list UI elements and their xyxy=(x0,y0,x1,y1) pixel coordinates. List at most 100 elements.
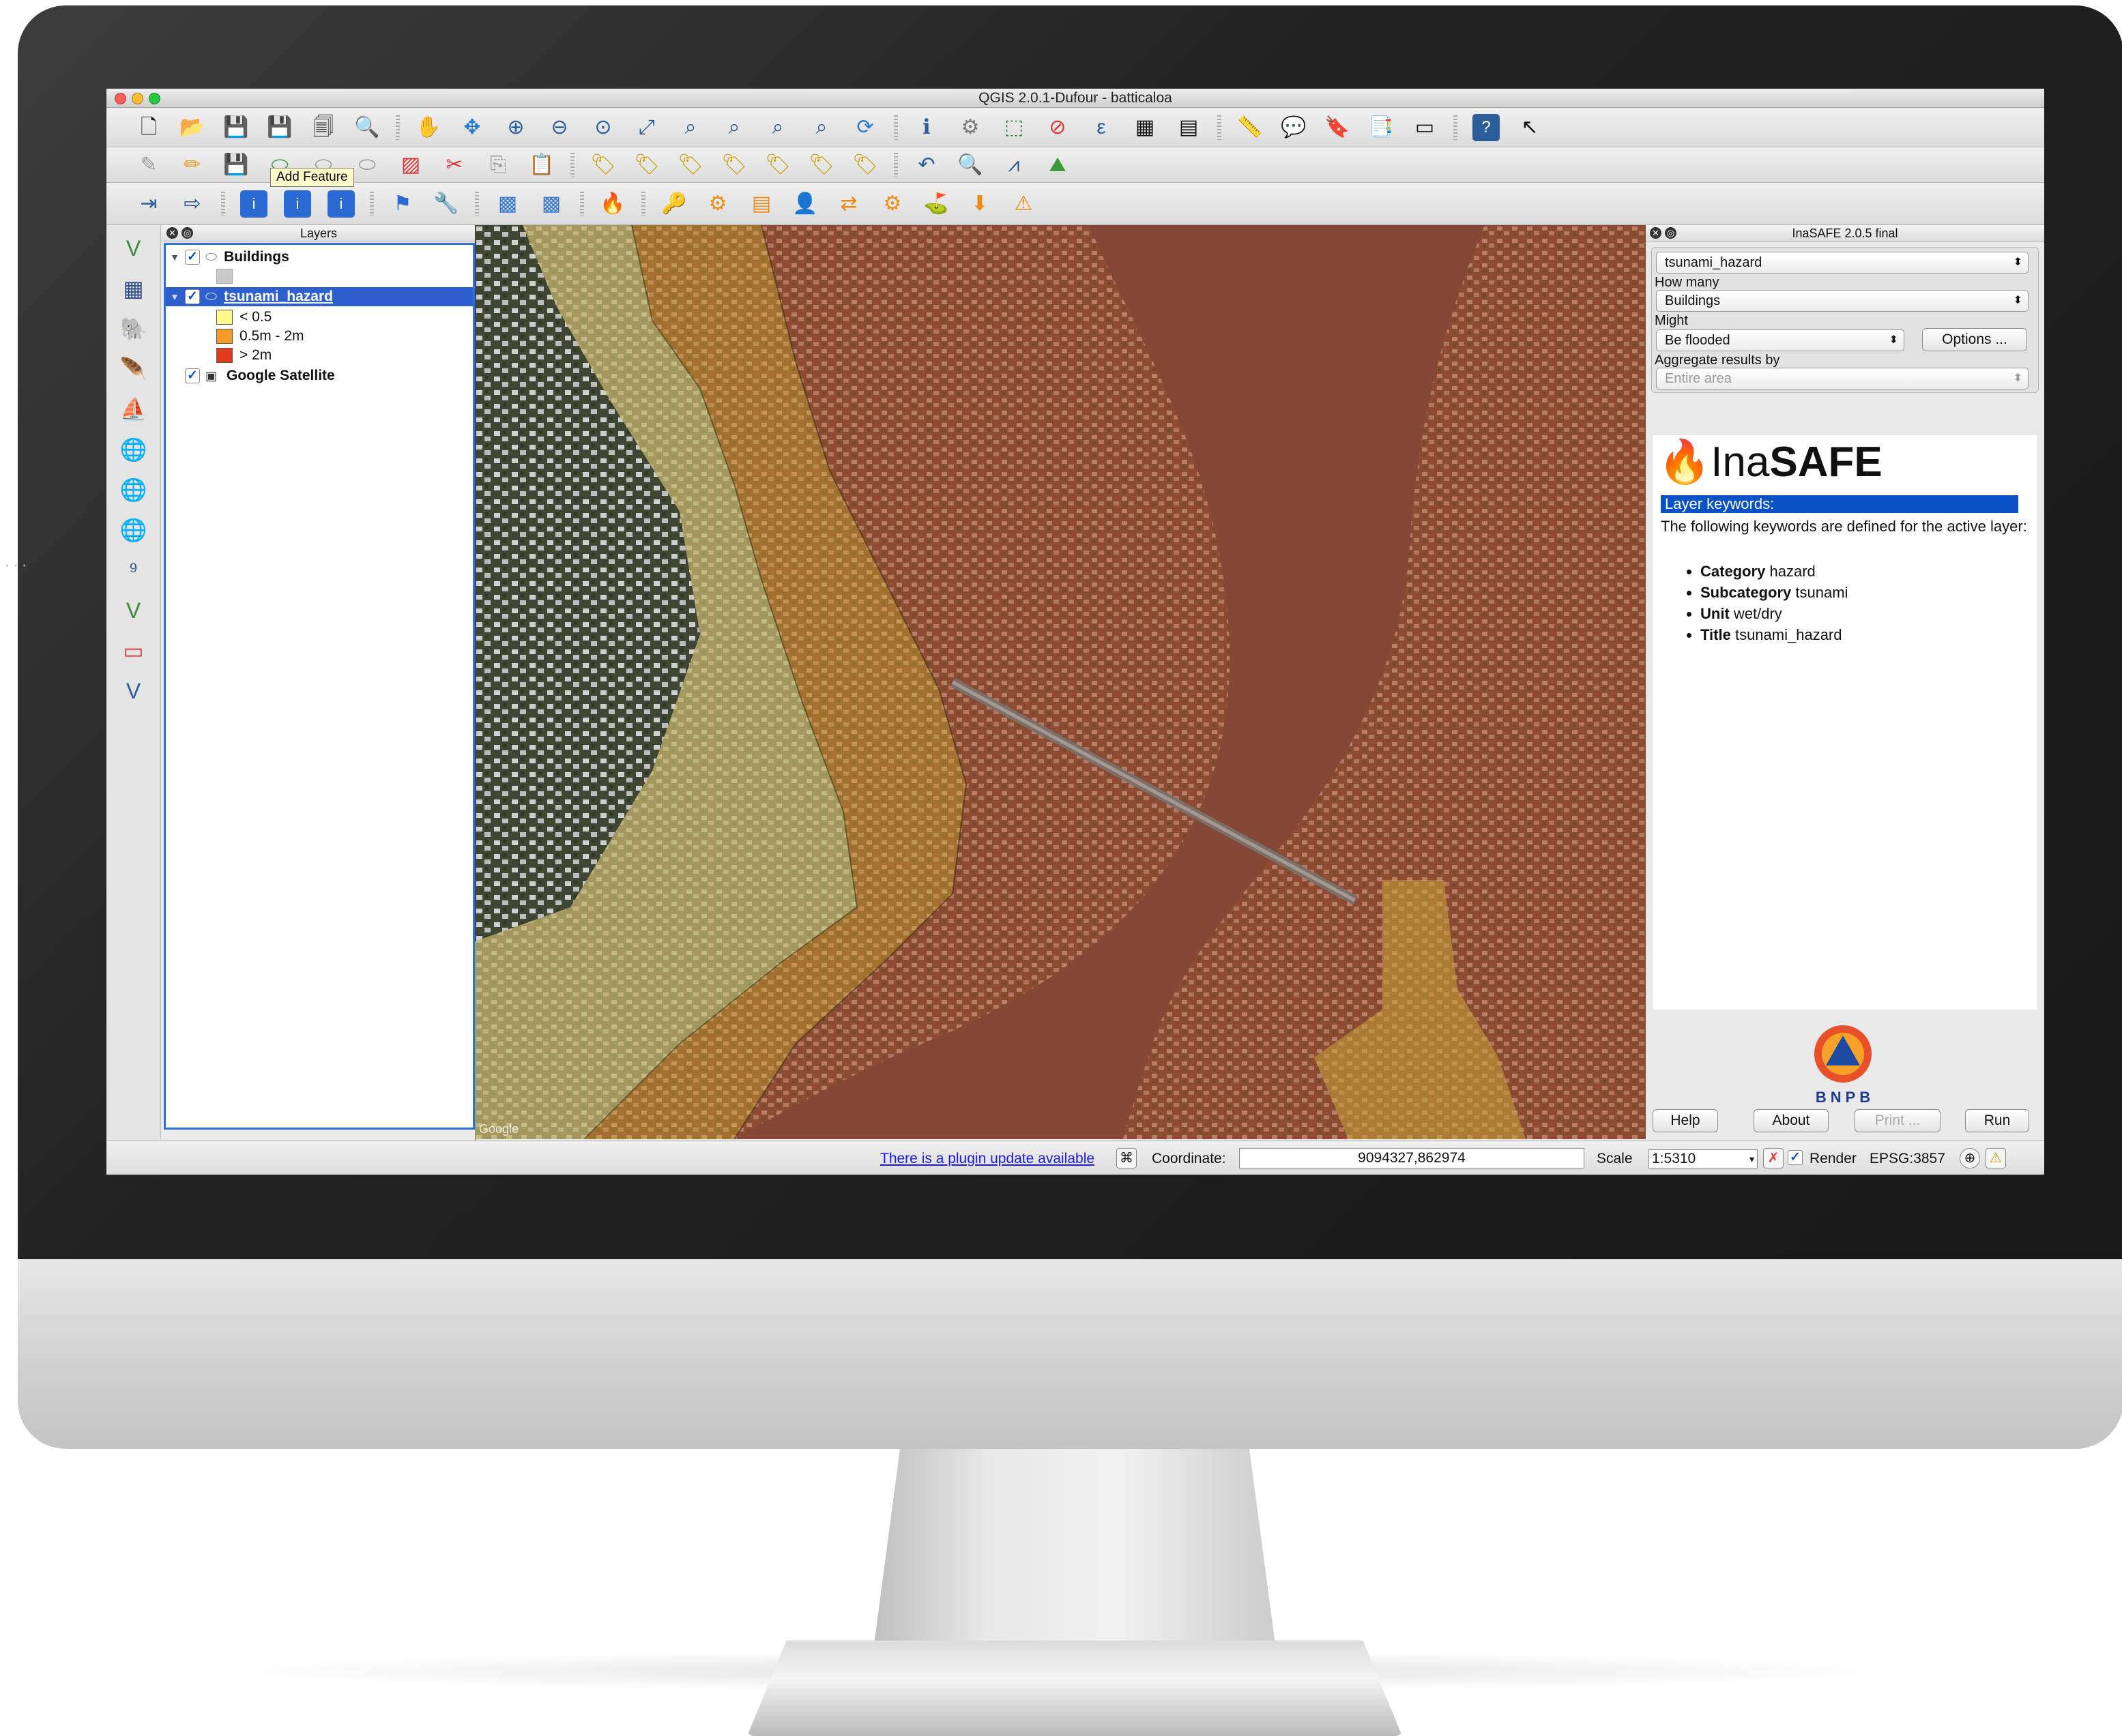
print-button[interactable]: Print ... xyxy=(1855,1109,1941,1132)
messages-warning-icon[interactable]: ⚠ xyxy=(1986,1148,2006,1168)
coordinate-toggle-icon[interactable]: ⌘ xyxy=(1116,1148,1137,1168)
float-panel-icon[interactable]: ◎ xyxy=(1665,227,1676,239)
add-spatialite-layer-icon[interactable]: 🪶 xyxy=(115,353,152,385)
text-annotation-icon[interactable]: ▭ xyxy=(1411,114,1438,141)
layer-item-buildings[interactable]: ▼ ✓ ⬭ Buildings xyxy=(166,248,473,267)
scale-combo[interactable]: 1:5310 ▾ xyxy=(1648,1149,1758,1168)
select-features-icon[interactable]: ⬚ xyxy=(1000,114,1028,141)
zoom-in-icon[interactable]: ⊕ xyxy=(502,114,529,141)
open-project-icon[interactable]: 📂 xyxy=(179,114,206,141)
crs-label[interactable]: EPSG:3857 xyxy=(1870,1151,1945,1167)
aggregation-combo[interactable]: Entire area ⬍ xyxy=(1656,368,2029,389)
inasafe-converter-icon[interactable]: ⇄ xyxy=(835,190,862,218)
add-virtual-layer-icon[interactable]: V xyxy=(115,675,152,707)
processing-icon[interactable]: ⚑ xyxy=(389,190,416,218)
layer-item-google-satellite[interactable]: ✓ ▣ Google Satellite xyxy=(166,366,473,385)
help-contents-icon[interactable]: ? xyxy=(1472,113,1500,141)
whats-this-icon[interactable]: ↖ xyxy=(1516,114,1543,141)
zoom-window-button[interactable] xyxy=(149,93,160,104)
minimize-window-button[interactable] xyxy=(132,93,143,104)
save-project-icon[interactable]: 💾 xyxy=(222,114,250,141)
add-delimited-text-icon[interactable]: ⁹ xyxy=(115,554,152,587)
import-icon[interactable]: ⇥ xyxy=(135,190,162,218)
label-properties-icon[interactable]: 🏷 xyxy=(852,151,879,179)
delete-selected-icon[interactable]: ▨ xyxy=(397,151,424,179)
close-panel-icon[interactable]: ✕ xyxy=(1650,227,1661,239)
save-as-icon[interactable]: 💾 xyxy=(266,114,293,141)
add-wcs-layer-icon[interactable]: 🌐 xyxy=(115,473,152,506)
search-icon[interactable]: 🔍 xyxy=(957,151,984,179)
new-shapefile-icon[interactable]: V xyxy=(115,594,152,627)
georeference-icon[interactable]: ⩘ xyxy=(1000,151,1028,179)
show-bookmarks-icon[interactable]: 📑 xyxy=(1367,114,1395,141)
layer-visibility-checkbox[interactable]: ✓ xyxy=(185,289,200,304)
label-pin-icon[interactable]: 🏷 xyxy=(633,151,660,179)
node-tool-icon[interactable]: ⬭ xyxy=(353,151,381,179)
new-bookmark-icon[interactable]: 🔖 xyxy=(1324,114,1351,141)
hazard-combo[interactable]: tsunami_hazard ⬍ xyxy=(1656,252,2029,274)
zoom-to-layer-icon[interactable]: ⌕ xyxy=(721,114,748,141)
add-mssql-layer-icon[interactable]: ⛵ xyxy=(115,393,152,426)
pan-to-selection-icon[interactable]: ✥ xyxy=(459,114,486,141)
select-by-expression-icon[interactable]: ε xyxy=(1088,114,1115,141)
zoom-out-icon[interactable]: ⊖ xyxy=(546,114,573,141)
layer-visibility-checkbox[interactable]: ✓ xyxy=(185,250,200,265)
metadata-icon[interactable]: i xyxy=(240,190,267,218)
zoom-last-icon[interactable]: ⌕ xyxy=(764,114,791,141)
composer-manager-icon[interactable]: 🔍 xyxy=(353,114,381,141)
inasafe-dock-icon[interactable]: 🔥 xyxy=(599,190,626,218)
add-postgis-layer-icon[interactable]: 🐘 xyxy=(115,312,152,345)
zoom-full-icon[interactable]: ⤢ xyxy=(633,114,660,141)
plugin-update-link[interactable]: There is a plugin update available xyxy=(880,1151,1094,1167)
label-show-hide-icon[interactable]: 🏷 xyxy=(677,151,704,179)
cut-features-icon[interactable]: ✂ xyxy=(441,151,468,179)
inasafe-osm-download-icon[interactable]: ⬇ xyxy=(966,190,993,218)
field-calculator-icon[interactable]: ▤ xyxy=(1175,114,1202,141)
raster-calc-icon[interactable]: ▩ xyxy=(538,190,565,218)
inasafe-keywords-icon[interactable]: 🔑 xyxy=(660,190,688,218)
add-wms-layer-icon[interactable]: 🌐 xyxy=(115,433,152,466)
deselect-icon[interactable]: ⊘ xyxy=(1044,114,1071,141)
stop-render-icon[interactable]: ✗ xyxy=(1763,1148,1784,1168)
raster-icon[interactable]: ▩ xyxy=(494,190,521,218)
info-edit-icon[interactable]: i xyxy=(284,190,311,218)
zoom-next-icon[interactable]: ⌕ xyxy=(808,114,835,141)
terrain-icon[interactable]: ⛰ xyxy=(1044,151,1071,179)
action-icon[interactable]: ⚙ xyxy=(957,114,984,141)
render-checkbox[interactable]: ✓ xyxy=(1788,1150,1803,1165)
inasafe-impact-functions-icon[interactable]: ▤ xyxy=(748,190,775,218)
close-panel-icon[interactable]: ✕ xyxy=(166,227,178,239)
identify-icon[interactable]: ℹ xyxy=(913,114,940,141)
exposure-combo[interactable]: Buildings ⬍ xyxy=(1656,290,2029,312)
collapse-arrow-icon[interactable]: ▼ xyxy=(170,291,179,302)
inasafe-minimum-needs-icon[interactable]: 👤 xyxy=(791,190,819,218)
zoom-actual-icon[interactable]: ⊙ xyxy=(590,114,617,141)
measure-icon[interactable]: 📏 xyxy=(1236,114,1264,141)
about-button[interactable]: About xyxy=(1754,1109,1829,1132)
layer-item-tsunami-hazard[interactable]: ▼ ✓ ⬭ tsunami_hazard xyxy=(166,287,473,306)
zoom-to-selection-icon[interactable]: ⌕ xyxy=(677,114,704,141)
tool-icon[interactable]: 🔧 xyxy=(433,190,460,218)
add-wfs-layer-icon[interactable]: 🌐 xyxy=(115,514,152,546)
run-button[interactable]: Run xyxy=(1965,1109,2029,1132)
new-project-icon[interactable]: 🗋 xyxy=(135,114,162,141)
inasafe-shakemap-icon[interactable]: ⚠ xyxy=(1010,190,1037,218)
label-abc-icon[interactable]: 🏷 xyxy=(590,151,617,179)
add-raster-layer-icon[interactable]: ▦ xyxy=(115,272,152,305)
current-edits-icon[interactable]: ✎ xyxy=(135,151,162,179)
save-edits-icon[interactable]: 💾 xyxy=(222,151,250,179)
layer-visibility-checkbox[interactable]: ✓ xyxy=(185,368,200,383)
refresh-icon[interactable]: ⟳ xyxy=(852,114,879,141)
inasafe-batch-icon[interactable]: ⚙ xyxy=(879,190,906,218)
options-button[interactable]: Options ... xyxy=(1922,328,2027,351)
map-canvas[interactable]: Google xyxy=(475,225,1646,1139)
projection-icon[interactable]: ⊕ xyxy=(1960,1148,1980,1168)
inasafe-save-scenario-icon[interactable]: ⛳ xyxy=(922,190,950,218)
help-button[interactable]: Help xyxy=(1653,1109,1718,1132)
map-tips-icon[interactable]: 💬 xyxy=(1280,114,1307,141)
add-vector-layer-icon[interactable]: V xyxy=(115,232,152,265)
label-rotate-icon[interactable]: 🏷 xyxy=(764,151,791,179)
info-icon[interactable]: i xyxy=(328,190,355,218)
impact-function-combo[interactable]: Be flooded ⬍ xyxy=(1656,329,1904,351)
new-print-composer-icon[interactable]: 🗐 xyxy=(310,114,337,141)
